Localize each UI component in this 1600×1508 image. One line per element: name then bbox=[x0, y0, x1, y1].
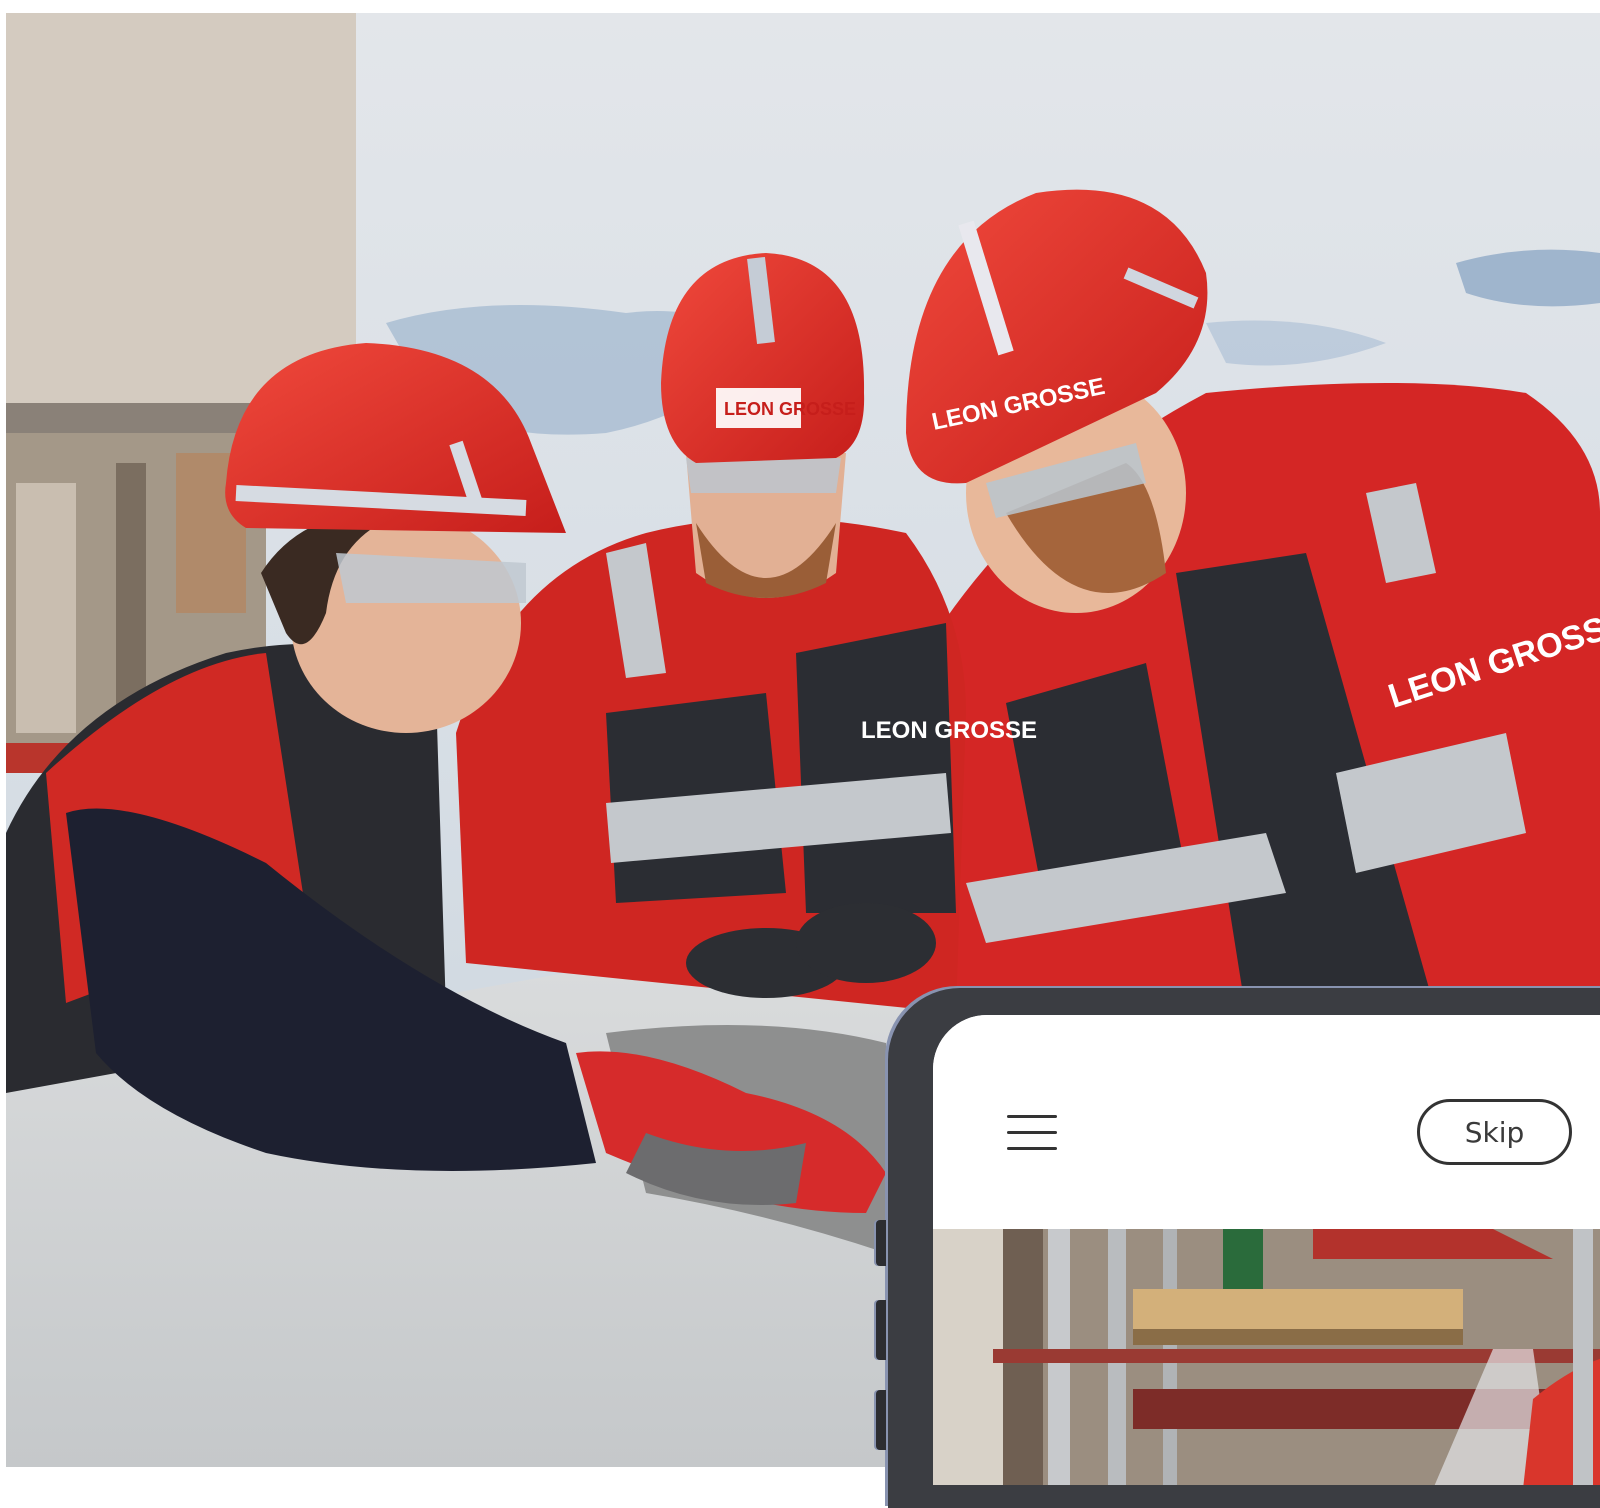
hamburger-menu-icon[interactable] bbox=[1007, 1113, 1059, 1153]
phone-side-button bbox=[876, 1390, 886, 1450]
app-header: Skip bbox=[933, 1015, 1600, 1229]
phone-side-button bbox=[876, 1300, 886, 1360]
jacket-logo-middle: LEON GROSSE bbox=[861, 717, 1037, 744]
onboarding-hero-image bbox=[933, 1229, 1600, 1485]
skip-button[interactable]: Skip bbox=[1417, 1099, 1572, 1165]
phone-screen: Skip bbox=[933, 1015, 1600, 1485]
helmet-logo-middle: LEON GROSSE bbox=[724, 399, 856, 419]
phone-side-button bbox=[876, 1220, 886, 1266]
